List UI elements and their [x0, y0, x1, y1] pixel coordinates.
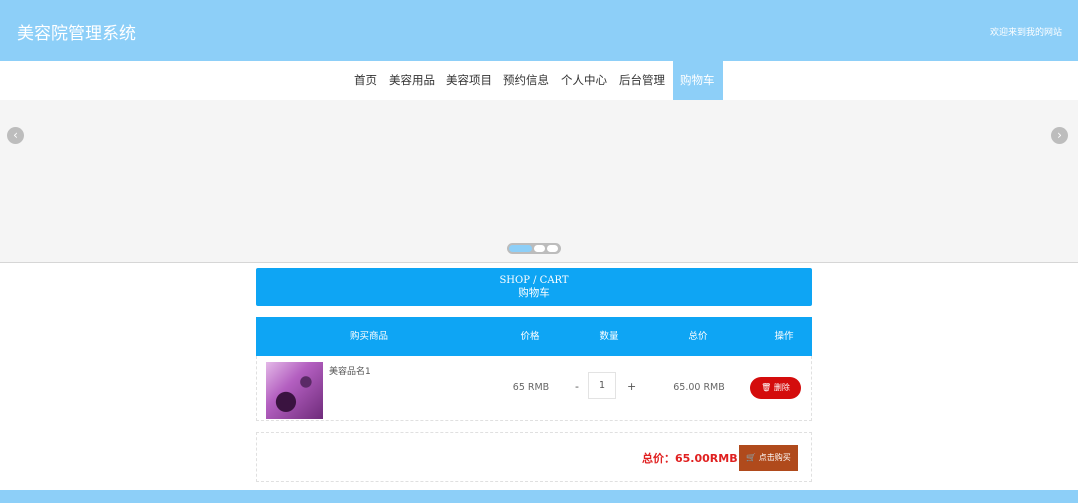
site-title[interactable]: 美容院管理系统 [17, 19, 136, 44]
carousel-indicators [507, 243, 561, 254]
welcome-text: 欢迎来到我的网站 [989, 28, 1062, 38]
cart-table-header: 购买商品 价格 数量 总价 操作 [256, 317, 812, 356]
column-header-quantity: 数量 [599, 331, 619, 342]
top-header: 美容院管理系统 欢迎来到我的网站 [0, 0, 1078, 61]
column-header-total: 总价 [688, 331, 708, 342]
product-thumbnail[interactable] [266, 362, 323, 419]
cart-icon: 🛒 [746, 453, 757, 462]
quantity-input[interactable]: 1 [588, 372, 616, 399]
cart-section-header: SHOP / CART 购物车 [256, 268, 812, 306]
carousel-next-icon[interactable]: › [1051, 127, 1068, 144]
carousel-dot-3[interactable] [547, 245, 558, 252]
column-header-product: 购买商品 [349, 331, 388, 342]
cart-title-en: SHOP / CART [499, 275, 569, 286]
nav-admin[interactable]: 后台管理 [619, 61, 665, 100]
cart-summary: 总价：65.00RMB 🛒 点击购买 [256, 432, 812, 482]
item-price: 65 RMB [512, 382, 550, 393]
buy-label: 点击购买 [758, 453, 791, 462]
banner-carousel: ‹ › [0, 100, 1078, 263]
carousel-dot-2[interactable] [534, 245, 545, 252]
carousel-prev-icon[interactable]: ‹ [7, 127, 24, 144]
cart-total: 总价：65.00RMB [642, 452, 738, 465]
cart-table: 购买商品 价格 数量 总价 操作 美容品名1 65 RMB - 1 + 65.0… [256, 317, 812, 421]
nav-home[interactable]: 首页 [354, 61, 377, 100]
nav-profile[interactable]: 个人中心 [561, 61, 607, 100]
delete-label: 删除 [773, 383, 790, 392]
item-subtotal: 65.00 RMB [673, 382, 725, 393]
cart-item-row: 美容品名1 65 RMB - 1 + 65.00 RMB 🗑 删除 [256, 356, 812, 421]
main-nav: 首页 美容用品 美容项目 预约信息 个人中心 后台管理 购物车 [0, 61, 1078, 100]
quantity-decrease-button[interactable]: - [575, 380, 579, 393]
quantity-increase-button[interactable]: + [627, 380, 636, 393]
column-header-action: 操作 [774, 331, 794, 342]
column-header-price: 价格 [520, 331, 540, 342]
footer-bar [0, 490, 1078, 503]
cart-title-cn: 购物车 [518, 287, 550, 299]
buy-button[interactable]: 🛒 点击购买 [739, 445, 798, 471]
trash-icon: 🗑 [761, 383, 772, 392]
carousel-dot-1[interactable] [509, 245, 532, 252]
delete-button[interactable]: 🗑 删除 [750, 377, 801, 399]
nav-cart[interactable]: 购物车 [673, 61, 723, 100]
product-name[interactable]: 美容品名1 [329, 364, 371, 377]
nav-appointments[interactable]: 预约信息 [503, 61, 549, 100]
nav-beauty-services[interactable]: 美容项目 [446, 61, 492, 100]
nav-beauty-products[interactable]: 美容用品 [389, 61, 435, 100]
